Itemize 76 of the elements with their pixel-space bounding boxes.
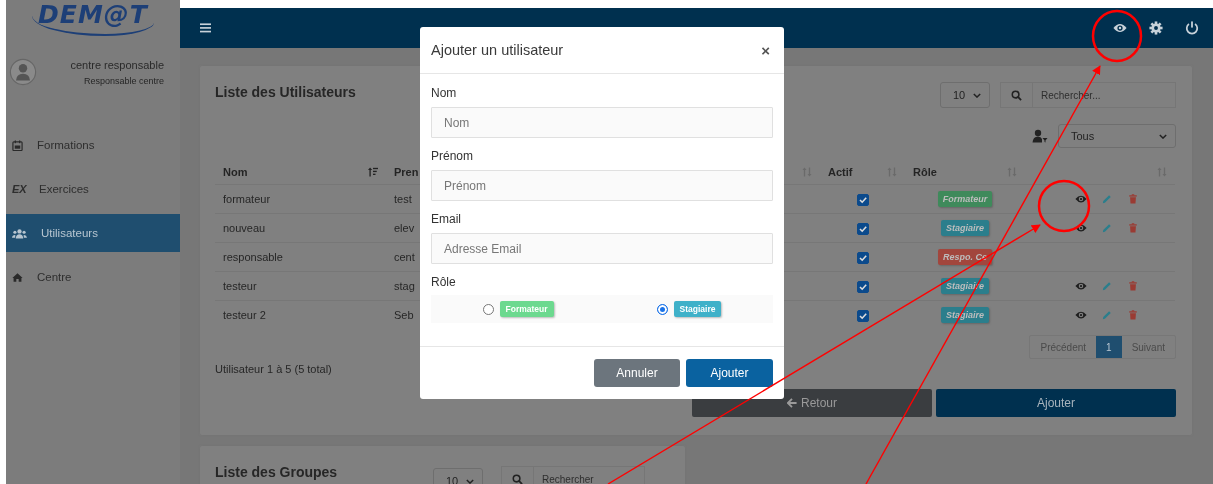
active-checkbox[interactable] (856, 251, 869, 264)
power-icon[interactable] (1185, 21, 1199, 35)
results-info: Utilisateur 1 à 5 (5 total) (215, 363, 332, 375)
column-header[interactable]: Pren (394, 166, 419, 178)
user-filter-icon (1032, 129, 1048, 143)
settings-icon[interactable] (1149, 21, 1163, 35)
sort-active-icon[interactable] (368, 167, 378, 177)
chevron-icon (1159, 133, 1167, 139)
nav-item[interactable]: EX Exercices (6, 170, 180, 208)
exercise-icon: EX (12, 183, 25, 195)
users-icon (12, 227, 27, 239)
active-checkbox[interactable] (856, 222, 869, 235)
role-badge: Formateur (937, 191, 993, 207)
radio-button[interactable] (482, 303, 494, 315)
table-cell: cent (394, 251, 415, 263)
table-cell: elev (394, 222, 415, 234)
input-field[interactable]: Nom (431, 107, 773, 138)
table-cell: Seb (394, 309, 414, 321)
column-header[interactable]: Actif (828, 166, 853, 178)
role-filter-select[interactable]: Tous (1058, 124, 1176, 148)
table-cell: testeur (223, 280, 257, 292)
close-button[interactable]: × (759, 41, 772, 59)
search-field[interactable]: Rechercher (534, 466, 645, 484)
arrow-left-icon (787, 398, 797, 408)
annotation-circle (1037, 179, 1091, 233)
field-label: Email (431, 212, 462, 226)
modal-title: Ajouter un utilisateur (431, 42, 564, 58)
page-size-select[interactable]: 10 (940, 82, 990, 108)
search-icon (512, 473, 523, 484)
active-checkbox[interactable] (856, 309, 869, 322)
table-cell: nouveau (223, 222, 266, 234)
table-cell: responsable (223, 251, 283, 263)
column-header[interactable]: Nom (223, 166, 248, 178)
role-badge: Formateur (499, 301, 554, 317)
field-label: Nom (431, 86, 458, 100)
table-cell: test (394, 193, 412, 205)
cancel-button[interactable]: Annuler (594, 359, 680, 387)
search-icon (1011, 89, 1022, 101)
radio-button[interactable] (656, 303, 668, 315)
add-button[interactable]: Ajouter (936, 389, 1176, 417)
view-icon[interactable] (1075, 310, 1087, 320)
chevron-icon (973, 92, 981, 98)
eye-icon[interactable] (1113, 21, 1127, 35)
submit-button[interactable]: Ajouter (686, 359, 773, 387)
field-label: Rôle (431, 275, 457, 289)
nav-item[interactable]: Utilisateurs (6, 214, 180, 252)
page-button[interactable]: 1 (1096, 336, 1122, 358)
column-header[interactable]: Rôle (913, 166, 937, 178)
avatar-icon (9, 58, 37, 86)
calendar-icon (12, 139, 23, 151)
home-icon (12, 271, 23, 283)
field-label: Prénom (431, 149, 475, 163)
table-cell: testeur 2 (223, 309, 266, 321)
role-badge: Stagiaire (673, 301, 722, 317)
view-icon[interactable] (1075, 194, 1087, 204)
card-title: Liste des Utilisateurs (215, 83, 356, 102)
chevron-icon (466, 478, 474, 484)
view-icon[interactable] (1075, 223, 1087, 233)
user-role: Responsable centre (83, 75, 164, 86)
role-badge: Stagiaire (941, 220, 989, 236)
table-cell: stag (394, 280, 415, 292)
nav-item[interactable]: Formations (6, 126, 180, 164)
search-button[interactable] (1000, 82, 1033, 108)
active-checkbox[interactable] (856, 280, 869, 293)
card-title: Liste des Groupes (215, 463, 339, 480)
table-cell: formateur (223, 193, 271, 205)
annotation-circle (1091, 9, 1143, 63)
input-field[interactable]: Prénom (431, 170, 773, 201)
view-icon[interactable] (1075, 281, 1087, 291)
nav-item[interactable]: Centre (6, 258, 180, 296)
logo: DEM@T (32, 2, 154, 36)
active-checkbox[interactable] (856, 193, 869, 206)
input-field[interactable]: Adresse Email (431, 233, 773, 264)
role-badge: Respo. Ce (938, 249, 992, 265)
user-name: centre responsable (70, 58, 164, 71)
menu-icon[interactable] (200, 23, 211, 33)
